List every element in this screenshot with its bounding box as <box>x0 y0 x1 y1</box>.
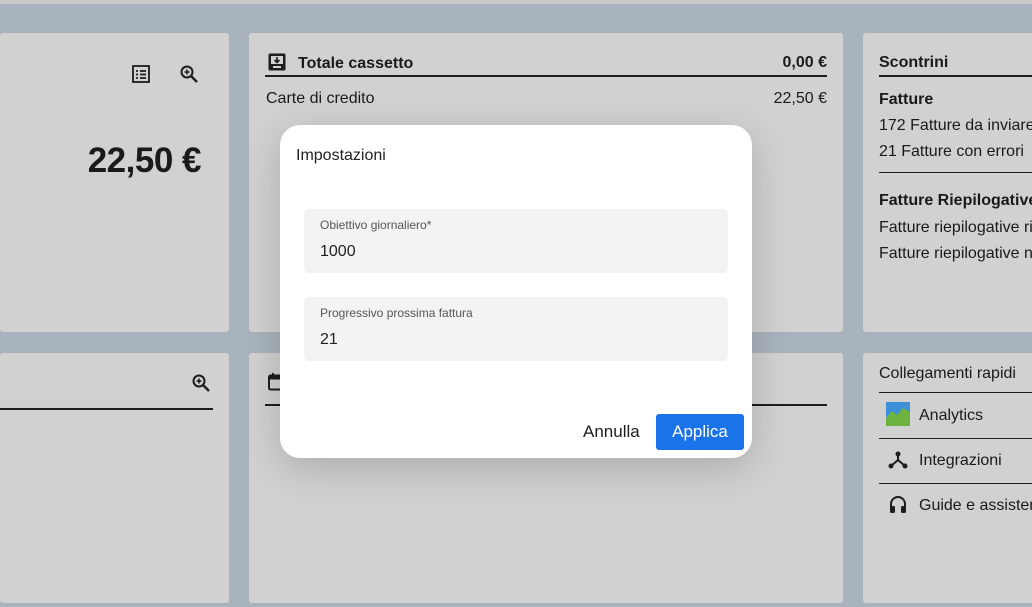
dialog-title: Impostazioni <box>296 147 386 164</box>
daily-goal-field[interactable]: Obiettivo giornaliero* <box>304 209 728 273</box>
cancel-button[interactable]: Annulla <box>576 414 647 450</box>
apply-button[interactable]: Applica <box>656 414 744 450</box>
settings-dialog: Impostazioni Obiettivo giornaliero* Prog… <box>280 125 752 458</box>
daily-goal-input[interactable] <box>320 243 710 261</box>
next-invoice-field[interactable]: Progressivo prossima fattura <box>304 297 728 361</box>
next-invoice-label: Progressivo prossima fattura <box>320 306 473 320</box>
daily-goal-label: Obiettivo giornaliero* <box>320 218 432 232</box>
next-invoice-input[interactable] <box>320 331 710 349</box>
